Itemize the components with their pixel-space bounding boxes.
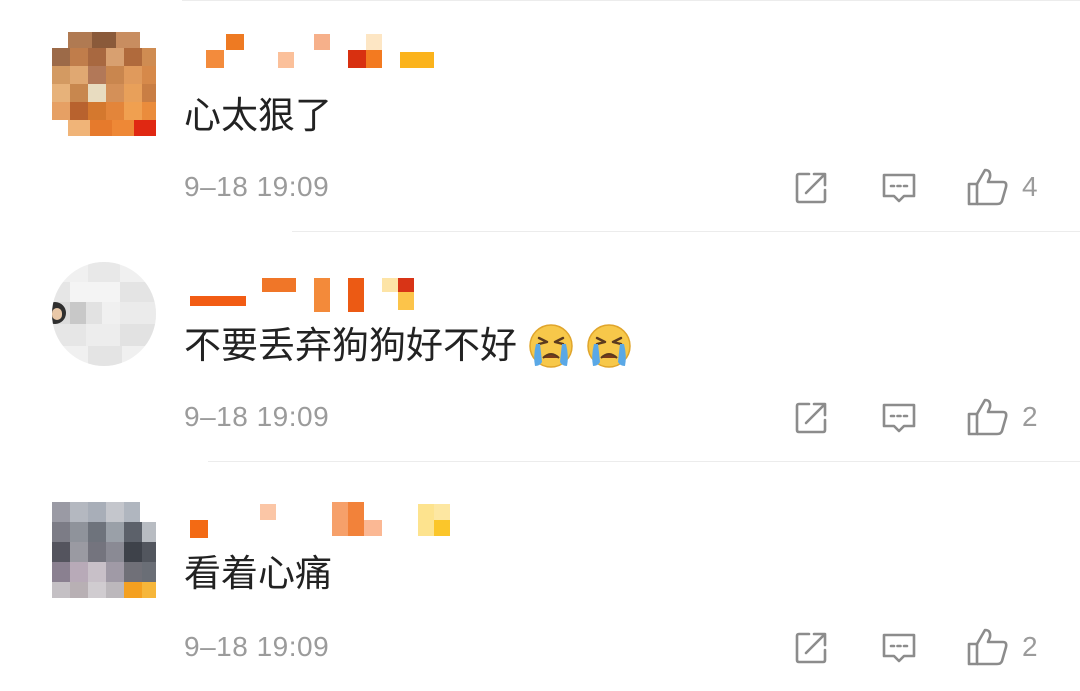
- comment-actions: 2: [780, 627, 1060, 667]
- thumbs-up-icon: [967, 168, 1008, 206]
- comment-text: 心太狠了: [184, 94, 332, 138]
- repost-icon[interactable]: [792, 399, 830, 437]
- comment-actions: 2: [780, 397, 1060, 437]
- like-count: 4: [1022, 171, 1038, 202]
- comment-text-content: 心太狠了: [184, 94, 332, 137]
- username[interactable]: [186, 500, 486, 540]
- thumbs-up-icon: [967, 398, 1008, 436]
- username[interactable]: [186, 274, 486, 314]
- comment-text: 看着心痛: [184, 552, 332, 596]
- like-count: 2: [1022, 631, 1038, 662]
- comment-timestamp: 9–18 19:09: [184, 171, 330, 202]
- comment-icon[interactable]: [880, 399, 918, 437]
- comment-icon[interactable]: [880, 629, 918, 667]
- like-count: 2: [1022, 401, 1038, 432]
- username[interactable]: [186, 32, 486, 72]
- avatar[interactable]: [52, 32, 156, 136]
- comment-text-content: 看着心痛: [184, 552, 332, 595]
- repost-icon[interactable]: [792, 629, 830, 667]
- comment-text: 不要丢弃狗狗好不好: [184, 322, 633, 370]
- like-button[interactable]: 4: [966, 167, 1056, 207]
- crying-face-emoji: [529, 324, 573, 368]
- comment-item: 心太狠了 9–18 19:09 4: [0, 0, 1080, 232]
- repost-icon[interactable]: [792, 169, 830, 207]
- comment-icon[interactable]: [880, 169, 918, 207]
- like-button[interactable]: 2: [966, 627, 1056, 667]
- thumbs-up-icon: [967, 628, 1008, 666]
- avatar[interactable]: [52, 502, 156, 606]
- avatar[interactable]: [52, 262, 156, 366]
- comment-timestamp: 9–18 19:09: [184, 401, 330, 432]
- comment-item: 不要丢弃狗狗好不好 9–18 19:09 2: [0, 232, 1080, 462]
- comment-item: 看着心痛 9–18 19:09 2: [0, 462, 1080, 691]
- comment-actions: 4: [780, 167, 1060, 207]
- comment-text-content: 不要丢弃狗狗好不好: [184, 324, 517, 367]
- crying-face-emoji: [587, 324, 631, 368]
- like-button[interactable]: 2: [966, 397, 1056, 437]
- comment-timestamp: 9–18 19:09: [184, 631, 330, 662]
